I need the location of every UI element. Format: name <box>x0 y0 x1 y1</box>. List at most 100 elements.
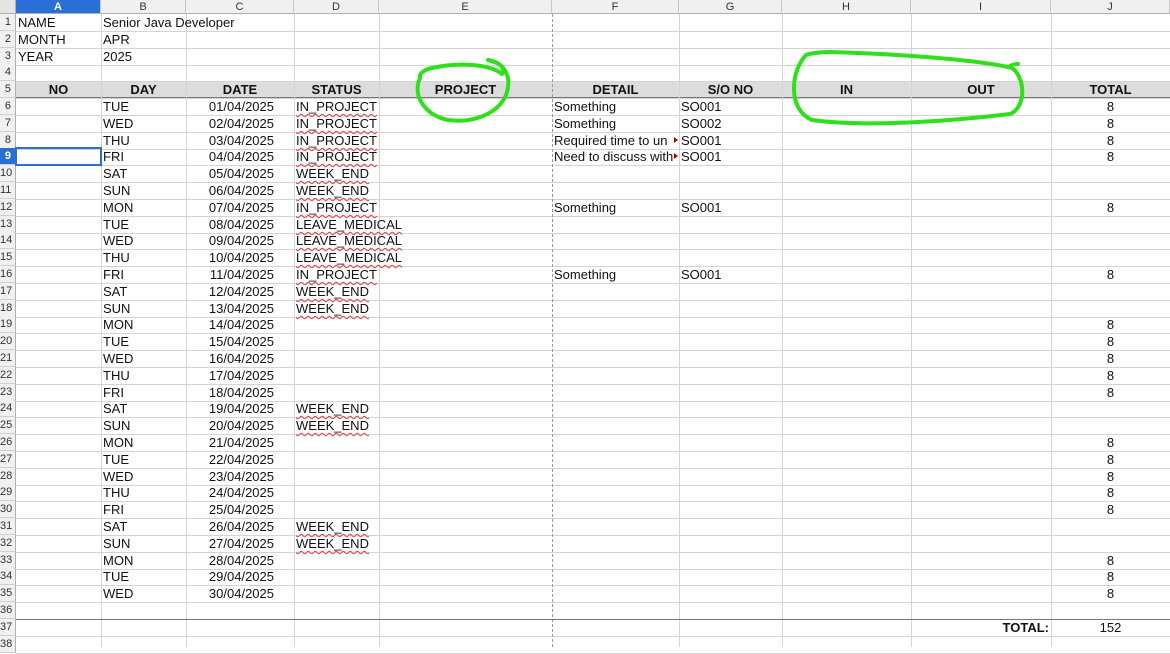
info-label[interactable]: NAME <box>16 14 101 31</box>
day-cell[interactable]: SAT <box>101 400 186 417</box>
day-cell[interactable]: FRI <box>101 148 186 165</box>
date-cell[interactable]: 03/04/2025 <box>186 132 294 149</box>
row-header[interactable]: 30 <box>0 501 16 518</box>
column-header-g[interactable]: G <box>679 0 782 14</box>
total-cell[interactable]: 8 <box>1051 501 1170 518</box>
date-cell[interactable]: 18/04/2025 <box>186 384 294 401</box>
row-header[interactable]: 5 <box>0 81 16 98</box>
info-label[interactable]: YEAR <box>16 48 101 65</box>
row-header[interactable]: 35 <box>0 585 16 602</box>
row-header[interactable]: 3 <box>0 48 16 65</box>
row-header[interactable]: 9 <box>0 148 16 165</box>
status-cell[interactable] <box>294 316 414 333</box>
row-header[interactable]: 15 <box>0 249 16 266</box>
date-cell[interactable]: 12/04/2025 <box>186 283 294 300</box>
status-cell[interactable] <box>294 468 414 485</box>
status-cell[interactable] <box>294 552 414 569</box>
day-cell[interactable]: MON <box>101 199 186 216</box>
so-number-cell[interactable]: SO001 <box>679 98 782 115</box>
date-cell[interactable]: 06/04/2025 <box>186 182 294 199</box>
status-cell[interactable] <box>294 484 414 501</box>
status-cell[interactable]: IN_PROJECT <box>294 148 414 165</box>
date-cell[interactable]: 29/04/2025 <box>186 568 294 585</box>
row-header[interactable]: 16 <box>0 266 16 283</box>
date-cell[interactable]: 21/04/2025 <box>186 434 294 451</box>
total-cell[interactable]: 8 <box>1051 115 1170 132</box>
day-cell[interactable]: MON <box>101 316 186 333</box>
row-header[interactable]: 11 <box>0 182 16 199</box>
day-cell[interactable]: SUN <box>101 300 186 317</box>
row-header[interactable]: 1 <box>0 14 16 31</box>
row-header[interactable]: 27 <box>0 451 16 468</box>
day-cell[interactable]: THU <box>101 249 186 266</box>
date-cell[interactable]: 15/04/2025 <box>186 333 294 350</box>
total-cell[interactable]: 8 <box>1051 333 1170 350</box>
day-cell[interactable]: THU <box>101 132 186 149</box>
row-header[interactable]: 34 <box>0 568 16 585</box>
day-cell[interactable]: WED <box>101 350 186 367</box>
row-header[interactable]: 22 <box>0 367 16 384</box>
day-cell[interactable]: FRI <box>101 384 186 401</box>
total-cell[interactable]: 8 <box>1051 148 1170 165</box>
date-cell[interactable]: 09/04/2025 <box>186 232 294 249</box>
date-cell[interactable]: 17/04/2025 <box>186 367 294 384</box>
so-number-cell[interactable]: SO001 <box>679 132 782 149</box>
column-header-d[interactable]: D <box>294 0 379 14</box>
row-header[interactable]: 10 <box>0 165 16 182</box>
status-cell[interactable]: IN_PROJECT <box>294 199 414 216</box>
detail-cell[interactable]: Something <box>552 199 679 216</box>
spreadsheet-grid[interactable]: A B C D E F G H I J 1 2 3 4 5 6 7 8 9 10 11 12 13 14 15 16 17 18 19 2… <box>0 0 1170 654</box>
day-cell[interactable]: SUN <box>101 417 186 434</box>
date-cell[interactable]: 10/04/2025 <box>186 249 294 266</box>
date-cell[interactable]: 22/04/2025 <box>186 451 294 468</box>
total-cell[interactable]: 8 <box>1051 266 1170 283</box>
total-cell[interactable]: 8 <box>1051 132 1170 149</box>
so-number-cell[interactable]: SO001 <box>679 148 782 165</box>
date-cell[interactable]: 20/04/2025 <box>186 417 294 434</box>
detail-cell[interactable]: Required time to un <box>552 132 679 149</box>
day-cell[interactable]: WED <box>101 585 186 602</box>
day-cell[interactable]: FRI <box>101 266 186 283</box>
so-number-cell[interactable]: SO002 <box>679 115 782 132</box>
status-cell[interactable]: LEAVE_MEDICAL <box>294 249 414 266</box>
date-cell[interactable]: 13/04/2025 <box>186 300 294 317</box>
total-cell[interactable]: 8 <box>1051 451 1170 468</box>
status-cell[interactable]: IN_PROJECT <box>294 132 414 149</box>
status-cell[interactable] <box>294 501 414 518</box>
row-header[interactable]: 29 <box>0 484 16 501</box>
date-cell[interactable]: 14/04/2025 <box>186 316 294 333</box>
column-header-i[interactable]: I <box>911 0 1051 14</box>
date-cell[interactable]: 05/04/2025 <box>186 165 294 182</box>
total-cell[interactable]: 8 <box>1051 568 1170 585</box>
date-cell[interactable]: 08/04/2025 <box>186 216 294 233</box>
row-header[interactable]: 20 <box>0 333 16 350</box>
row-header[interactable]: 28 <box>0 468 16 485</box>
day-cell[interactable]: SAT <box>101 283 186 300</box>
status-cell[interactable]: WEEK_END <box>294 283 414 300</box>
row-header[interactable]: 31 <box>0 518 16 535</box>
status-cell[interactable]: IN_PROJECT <box>294 266 414 283</box>
row-header[interactable]: 24 <box>0 400 16 417</box>
total-cell[interactable]: 8 <box>1051 316 1170 333</box>
total-cell[interactable]: 8 <box>1051 367 1170 384</box>
row-header[interactable]: 4 <box>0 64 16 81</box>
info-value[interactable]: 2025 <box>101 48 401 65</box>
day-cell[interactable]: THU <box>101 367 186 384</box>
row-header[interactable]: 6 <box>0 98 16 115</box>
day-cell[interactable]: TUE <box>101 216 186 233</box>
row-header[interactable]: 37 <box>0 619 16 636</box>
row-header[interactable]: 33 <box>0 552 16 569</box>
total-cell[interactable]: 8 <box>1051 585 1170 602</box>
status-cell[interactable]: WEEK_END <box>294 518 414 535</box>
row-header[interactable]: 25 <box>0 417 16 434</box>
detail-cell[interactable]: Something <box>552 98 679 115</box>
column-header-a[interactable]: A <box>16 0 101 14</box>
column-header-j[interactable]: J <box>1051 0 1170 14</box>
status-cell[interactable]: WEEK_END <box>294 165 414 182</box>
detail-cell[interactable]: Something <box>552 115 679 132</box>
day-cell[interactable]: SAT <box>101 518 186 535</box>
status-cell[interactable]: LEAVE_MEDICAL <box>294 232 414 249</box>
status-cell[interactable] <box>294 367 414 384</box>
so-number-cell[interactable]: SO001 <box>679 266 782 283</box>
day-cell[interactable]: TUE <box>101 568 186 585</box>
